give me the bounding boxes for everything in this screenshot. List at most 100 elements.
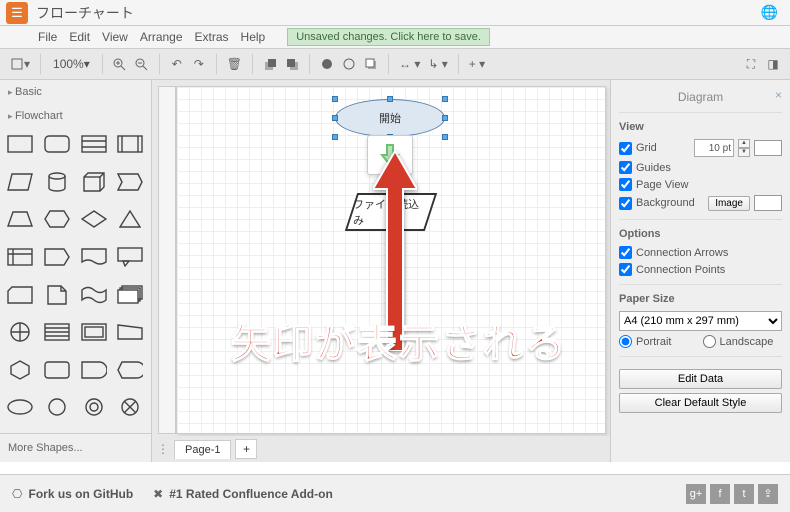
format-panel-button[interactable]: ◨ (762, 53, 784, 75)
resize-handle[interactable] (387, 96, 393, 102)
portrait-radio[interactable]: Portrait (619, 335, 699, 348)
to-back-button[interactable] (281, 53, 303, 75)
shape-xor[interactable] (114, 395, 146, 419)
menu-help[interactable]: Help (241, 30, 266, 44)
menu-arrange[interactable]: Arrange (140, 30, 183, 44)
background-image-button[interactable]: Image (708, 196, 750, 211)
shape-document[interactable] (78, 245, 110, 269)
background-checkbox[interactable]: Background (619, 197, 704, 210)
shape-tape[interactable] (78, 283, 110, 307)
clear-style-button[interactable]: Clear Default Style (619, 393, 782, 413)
panel-close-icon[interactable]: × (775, 88, 782, 102)
footer-github-link[interactable]: ⎔ Fork us on GitHub (12, 487, 133, 501)
shape-circle[interactable] (41, 395, 73, 419)
shape-roundrect2[interactable] (41, 358, 73, 382)
shape-rounded[interactable] (41, 132, 73, 156)
shape-tag[interactable] (41, 245, 73, 269)
redo-button[interactable]: ↷ (188, 53, 210, 75)
resize-handle[interactable] (442, 96, 448, 102)
tab-list-icon[interactable]: ⋮ (156, 438, 170, 460)
shape-doublerect[interactable] (78, 320, 110, 344)
social-share-icon[interactable]: ⇪ (758, 484, 778, 504)
shape-donut[interactable] (78, 395, 110, 419)
menu-file[interactable]: File (38, 30, 57, 44)
grid-color-swatch[interactable] (754, 140, 782, 156)
shape-delay[interactable] (78, 358, 110, 382)
shape-parallelogram[interactable] (4, 170, 36, 194)
resize-handle[interactable] (332, 134, 338, 140)
insert-button[interactable]: + ▾ (465, 53, 489, 75)
shape-hexagon[interactable] (41, 207, 73, 231)
menu-edit[interactable]: Edit (69, 30, 90, 44)
resize-handle[interactable] (442, 115, 448, 121)
to-front-button[interactable] (259, 53, 281, 75)
shape-manual[interactable] (114, 320, 146, 344)
zoom-dropdown[interactable]: 100% ▾ (47, 53, 96, 75)
social-facebook-icon[interactable]: f (710, 484, 730, 504)
resize-handle[interactable] (442, 134, 448, 140)
add-page-button[interactable]: + (235, 439, 257, 459)
fullscreen-button[interactable]: ⛶ (740, 53, 762, 75)
guides-checkbox[interactable]: Guides (619, 161, 782, 174)
fill-color-button[interactable] (316, 53, 338, 75)
shape-display[interactable] (114, 358, 146, 382)
shape-process[interactable] (114, 132, 146, 156)
shape-hexv[interactable] (4, 358, 36, 382)
footer-confluence-link[interactable]: ✖ #1 Rated Confluence Add-on (153, 487, 333, 501)
shape-cross[interactable] (4, 320, 36, 344)
conn-arrows-checkbox[interactable]: Connection Arrows (619, 246, 782, 259)
resize-handle[interactable] (332, 115, 338, 121)
zoom-in-button[interactable] (109, 53, 131, 75)
grid-step-up[interactable]: ▲ (738, 139, 750, 148)
shape-triangle[interactable] (114, 207, 146, 231)
shape-sidebar: Basic Flowchart (0, 80, 152, 462)
shape-step[interactable] (114, 170, 146, 194)
tab-page1[interactable]: Page-1 (174, 440, 231, 459)
shape-rect[interactable] (4, 132, 36, 156)
node-start[interactable]: 開始 (335, 99, 445, 137)
page-setup-button[interactable]: ▾ (6, 53, 34, 75)
connection-arrow-hint[interactable] (367, 135, 413, 175)
language-icon[interactable]: 🌐 (761, 4, 784, 21)
shape-card[interactable] (4, 283, 36, 307)
undo-button[interactable]: ↶ (166, 53, 188, 75)
canvas[interactable]: 開始 ファイル読込み 矢印が表示される (176, 86, 606, 434)
waypoint-button[interactable]: ↳ ▾ (424, 53, 451, 75)
node-process[interactable]: ファイル読込み (345, 193, 437, 231)
grid-size-input[interactable]: 10 pt (694, 139, 734, 157)
shape-storage[interactable] (41, 320, 73, 344)
shape-page[interactable] (41, 283, 73, 307)
paper-size-select[interactable]: A4 (210 mm x 297 mm) (619, 311, 782, 331)
shape-callout[interactable] (114, 245, 146, 269)
grid-checkbox[interactable]: Grid (619, 142, 690, 155)
more-shapes-button[interactable]: More Shapes... (0, 433, 151, 462)
shape-trapezoid[interactable] (4, 207, 36, 231)
landscape-radio[interactable]: Landscape (703, 335, 783, 348)
zoom-out-button[interactable] (131, 53, 153, 75)
group-flowchart[interactable]: Flowchart (0, 104, 151, 128)
menu-extras[interactable]: Extras (195, 30, 229, 44)
pageview-checkbox[interactable]: Page View (619, 178, 782, 191)
connection-button[interactable]: ↔ ▾ (395, 53, 424, 75)
shape-internal[interactable] (4, 245, 36, 269)
social-twitter-icon[interactable]: t (734, 484, 754, 504)
grid-step-down[interactable]: ▼ (738, 148, 750, 157)
document-title: フローチャート (36, 3, 761, 23)
shape-stack[interactable] (114, 283, 146, 307)
conn-points-checkbox[interactable]: Connection Points (619, 263, 782, 276)
shadow-button[interactable] (360, 53, 382, 75)
group-basic[interactable]: Basic (0, 80, 151, 104)
delete-button[interactable]: 🗑 (223, 53, 246, 75)
shape-cube[interactable] (78, 170, 110, 194)
menu-view[interactable]: View (102, 30, 128, 44)
line-color-button[interactable] (338, 53, 360, 75)
background-color-swatch[interactable] (754, 195, 782, 211)
edit-data-button[interactable]: Edit Data (619, 369, 782, 389)
save-hint[interactable]: Unsaved changes. Click here to save. (287, 28, 490, 46)
shape-cylinder[interactable] (41, 170, 73, 194)
shape-diamond[interactable] (78, 207, 110, 231)
shape-ellipse[interactable] (4, 395, 36, 419)
social-gplus-icon[interactable]: g+ (686, 484, 706, 504)
resize-handle[interactable] (332, 96, 338, 102)
shape-split[interactable] (78, 132, 110, 156)
